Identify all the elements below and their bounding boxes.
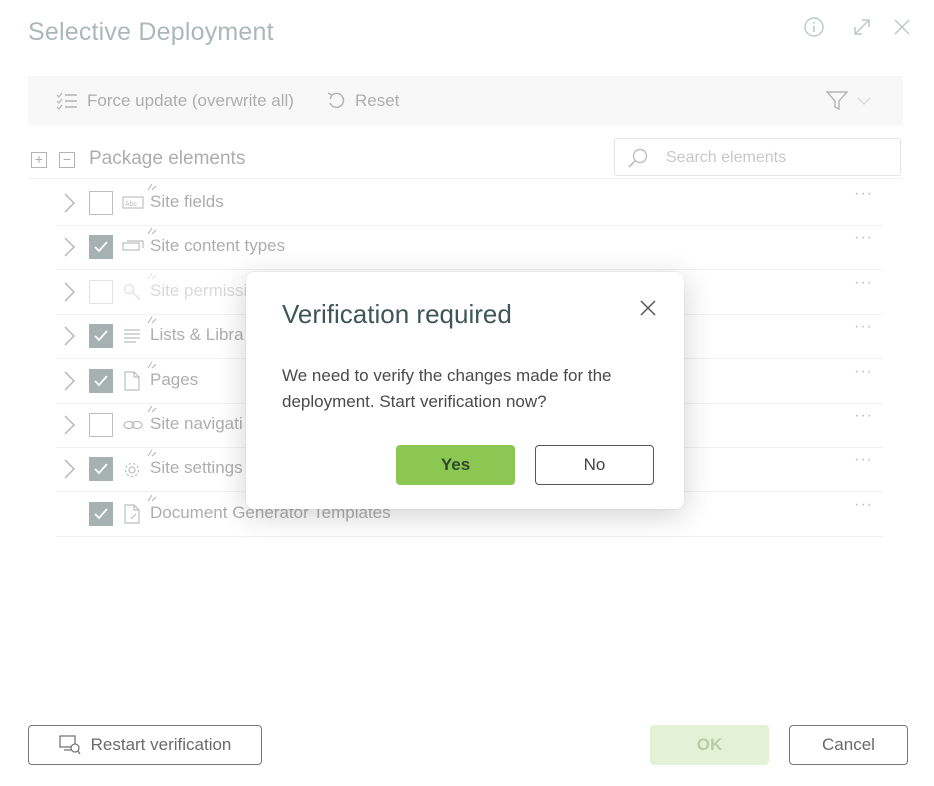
verification-dialog: Verification required We need to verify … xyxy=(246,272,684,509)
restart-verification-label: Restart verification xyxy=(90,735,232,754)
cancel-button[interactable]: Cancel xyxy=(789,725,908,765)
yes-button[interactable]: Yes xyxy=(396,445,515,485)
restart-verification-button[interactable]: Restart verification xyxy=(28,725,262,765)
dialog-message: We need to verify the changes made for t… xyxy=(282,366,612,411)
dialog-title: Verification required xyxy=(282,299,512,329)
ok-button[interactable]: OK xyxy=(650,725,769,765)
dialog-close-icon[interactable] xyxy=(636,296,660,320)
restart-verification-icon xyxy=(58,735,81,755)
no-button[interactable]: No xyxy=(535,445,654,485)
